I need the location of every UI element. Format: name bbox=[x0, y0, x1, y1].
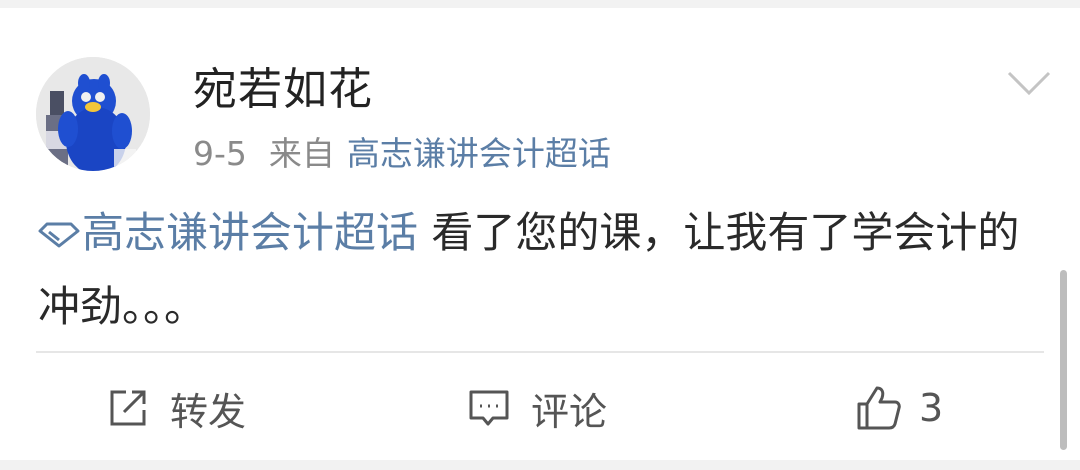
topic-link[interactable]: 高志谦讲会计超话 bbox=[38, 208, 418, 257]
comment-icon bbox=[469, 390, 509, 426]
repost-label: 转发 bbox=[170, 389, 247, 434]
username[interactable]: 宛若如花 bbox=[193, 60, 373, 120]
from-label: 来自 bbox=[268, 134, 335, 173]
source-link[interactable]: 高志谦讲会计超话 bbox=[347, 134, 611, 173]
diamond-topic-icon bbox=[38, 222, 80, 248]
post-date: 9-5 bbox=[193, 134, 247, 173]
avatar[interactable] bbox=[36, 57, 150, 171]
thumbs-up-icon bbox=[857, 386, 901, 430]
topic-text: 高志谦讲会计超话 bbox=[82, 208, 419, 257]
share-icon bbox=[110, 390, 146, 426]
post-meta: 9-5 来自 高志谦讲会计超话 bbox=[193, 132, 611, 176]
comment-label: 评论 bbox=[531, 389, 608, 434]
chevron-down-icon[interactable] bbox=[1006, 68, 1052, 98]
like-button[interactable]: 3 bbox=[855, 378, 943, 438]
repost-button[interactable]: 转发 bbox=[106, 378, 246, 438]
divider bbox=[36, 351, 1044, 353]
like-count: 3 bbox=[919, 386, 944, 430]
avatar-image bbox=[36, 57, 150, 171]
scrollbar[interactable] bbox=[1060, 270, 1067, 450]
post-card: 宛若如花 9-5 来自 高志谦讲会计超话 高志谦讲会计超话 看了您的课，让我有了学会… bbox=[0, 8, 1080, 460]
comment-button[interactable]: 评论 bbox=[467, 378, 607, 438]
post-content: 高志谦讲会计超话 看了您的课，让我有了学会计的冲劲。。。 bbox=[38, 196, 1048, 344]
